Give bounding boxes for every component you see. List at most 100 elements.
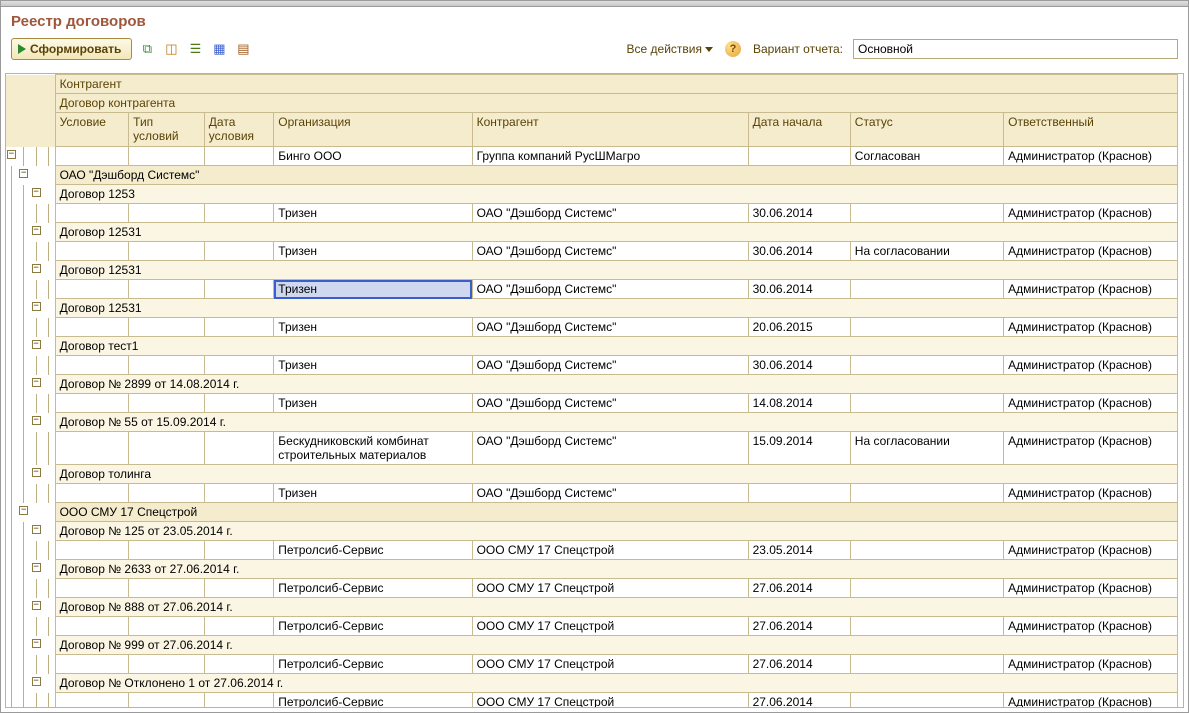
cell-otv[interactable]: Администратор (Краснов) — [1004, 693, 1178, 709]
cell-uslovie[interactable] — [55, 541, 129, 560]
cell-ka[interactable]: ОАО "Дэшборд Системс" — [472, 280, 748, 299]
cell-dn[interactable] — [748, 484, 850, 503]
cell-otv[interactable]: Администратор (Краснов) — [1004, 655, 1178, 674]
table-row[interactable]: ТризенОАО "Дэшборд Системс"30.06.2014 Адм… — [6, 280, 1178, 299]
cell-uslovie[interactable] — [55, 356, 129, 375]
cell-tip[interactable] — [129, 280, 205, 299]
cell-st[interactable]: На согласовании — [850, 432, 1003, 465]
table-row[interactable]: −Договор № 2899 от 14.08.2014 г. — [6, 375, 1178, 394]
cell-datau[interactable] — [204, 147, 274, 166]
cell-org[interactable]: Тризен — [274, 242, 472, 261]
cell-dn[interactable]: 30.06.2014 — [748, 280, 850, 299]
table-row[interactable]: Петролсиб-СервисООО СМУ 17 Спецстрой23.0… — [6, 541, 1178, 560]
cell-otv[interactable]: Администратор (Краснов) — [1004, 432, 1178, 465]
cell-st[interactable] — [850, 693, 1003, 709]
cell-uslovie[interactable] — [55, 242, 129, 261]
cell-uslovie[interactable] — [55, 394, 129, 413]
table-row[interactable]: Петролсиб-СервисООО СМУ 17 Спецстрой27.0… — [6, 693, 1178, 709]
cell-uslovie[interactable] — [55, 655, 129, 674]
tree-toggle[interactable]: − — [32, 264, 41, 273]
cell-dn[interactable]: 20.06.2015 — [748, 318, 850, 337]
header-dn[interactable]: Дата начала — [748, 113, 850, 147]
calendar-icon[interactable]: ▦ — [210, 40, 228, 58]
cell-dn[interactable]: 23.05.2014 — [748, 541, 850, 560]
header-st[interactable]: Статус — [850, 113, 1003, 147]
cell-uslovie[interactable] — [55, 204, 129, 223]
tree-toggle[interactable]: − — [32, 416, 41, 425]
header-org[interactable]: Организация — [274, 113, 472, 147]
cell-otv[interactable]: Администратор (Краснов) — [1004, 242, 1178, 261]
table-row[interactable]: −Договор 1253 — [6, 185, 1178, 204]
cell-uslovie[interactable] — [55, 432, 129, 465]
cell-org[interactable]: Петролсиб-Сервис — [274, 579, 472, 598]
tree-toggle[interactable]: − — [19, 169, 28, 178]
table-row[interactable]: −Договор № 2633 от 27.06.2014 г. — [6, 560, 1178, 579]
table-row[interactable]: Бескудниковский комбинат строительных ма… — [6, 432, 1178, 465]
cell-org[interactable]: Тризен — [274, 280, 472, 299]
table-row[interactable]: −Договор № 55 от 15.09.2014 г. — [6, 413, 1178, 432]
cell-org[interactable]: Тризен — [274, 318, 472, 337]
table-row[interactable]: −Бинго ОООГруппа компаний РусШМагроСогла… — [6, 147, 1178, 166]
generate-button[interactable]: Сформировать — [11, 38, 132, 60]
tree-toggle[interactable]: − — [32, 639, 41, 648]
cell-uslovie[interactable] — [55, 147, 129, 166]
cell-otv[interactable]: Администратор (Краснов) — [1004, 484, 1178, 503]
cell-dn[interactable]: 15.09.2014 — [748, 432, 850, 465]
cell-ka[interactable]: ОАО "Дэшборд Системс" — [472, 432, 748, 465]
table-row[interactable]: ТризенОАО "Дэшборд Системс"Администратор… — [6, 484, 1178, 503]
cell-dn[interactable]: 14.08.2014 — [748, 394, 850, 413]
cell-otv[interactable]: Администратор (Краснов) — [1004, 617, 1178, 636]
cell-datau[interactable] — [204, 484, 274, 503]
tree-toggle[interactable]: − — [32, 525, 41, 534]
table-row[interactable]: ТризенОАО "Дэшборд Системс"30.06.2014На … — [6, 242, 1178, 261]
cell-dn[interactable]: 30.06.2014 — [748, 356, 850, 375]
cell-org[interactable]: Петролсиб-Сервис — [274, 541, 472, 560]
tree-toggle[interactable]: − — [32, 601, 41, 610]
table-row[interactable]: −Договор толинга — [6, 465, 1178, 484]
cell-ka[interactable]: ОАО "Дэшборд Системс" — [472, 356, 748, 375]
table-row[interactable]: −Договор № 999 от 27.06.2014 г. — [6, 636, 1178, 655]
cell-uslovie[interactable] — [55, 617, 129, 636]
cell-datau[interactable] — [204, 693, 274, 709]
cell-st[interactable] — [850, 579, 1003, 598]
cell-ka[interactable]: ООО СМУ 17 Спецстрой — [472, 579, 748, 598]
cell-tip[interactable] — [129, 147, 205, 166]
cell-datau[interactable] — [204, 280, 274, 299]
cell-otv[interactable]: Администратор (Краснов) — [1004, 280, 1178, 299]
cell-otv[interactable]: Администратор (Краснов) — [1004, 356, 1178, 375]
cell-tip[interactable] — [129, 242, 205, 261]
table-row[interactable]: −Договор 12531 — [6, 299, 1178, 318]
cell-org[interactable]: Тризен — [274, 484, 472, 503]
cell-st[interactable]: Согласован — [850, 147, 1003, 166]
cell-otv[interactable]: Администратор (Краснов) — [1004, 204, 1178, 223]
cell-dn[interactable] — [748, 147, 850, 166]
cell-st[interactable] — [850, 356, 1003, 375]
cell-dn[interactable]: 27.06.2014 — [748, 579, 850, 598]
cell-st[interactable] — [850, 318, 1003, 337]
cell-st[interactable] — [850, 204, 1003, 223]
cell-uslovie[interactable] — [55, 579, 129, 598]
cell-org[interactable]: Тризен — [274, 394, 472, 413]
cell-tip[interactable] — [129, 541, 205, 560]
cell-st[interactable] — [850, 484, 1003, 503]
variant-input[interactable] — [853, 39, 1178, 59]
cell-org[interactable]: Бескудниковский комбинат строительных ма… — [274, 432, 472, 465]
cell-datau[interactable] — [204, 394, 274, 413]
tree-toggle[interactable]: − — [19, 506, 28, 515]
cell-otv[interactable]: Администратор (Краснов) — [1004, 394, 1178, 413]
table-row[interactable]: Петролсиб-СервисООО СМУ 17 Спецстрой27.0… — [6, 617, 1178, 636]
cell-dn[interactable]: 30.06.2014 — [748, 204, 850, 223]
help-icon[interactable]: ? — [725, 41, 741, 57]
cell-datau[interactable] — [204, 432, 274, 465]
cell-dn[interactable]: 27.06.2014 — [748, 617, 850, 636]
cell-ka[interactable]: ООО СМУ 17 Спецстрой — [472, 541, 748, 560]
table-row[interactable]: Петролсиб-СервисООО СМУ 17 Спецстрой27.0… — [6, 579, 1178, 598]
cell-st[interactable] — [850, 280, 1003, 299]
cell-st[interactable]: На согласовании — [850, 242, 1003, 261]
table-row[interactable]: ТризенОАО "Дэшборд Системс"30.06.2014Адм… — [6, 204, 1178, 223]
cell-dn[interactable]: 27.06.2014 — [748, 693, 850, 709]
cell-org[interactable]: Петролсиб-Сервис — [274, 693, 472, 709]
header-otv[interactable]: Ответственный — [1004, 113, 1178, 147]
cell-tip[interactable] — [129, 394, 205, 413]
cell-datau[interactable] — [204, 655, 274, 674]
